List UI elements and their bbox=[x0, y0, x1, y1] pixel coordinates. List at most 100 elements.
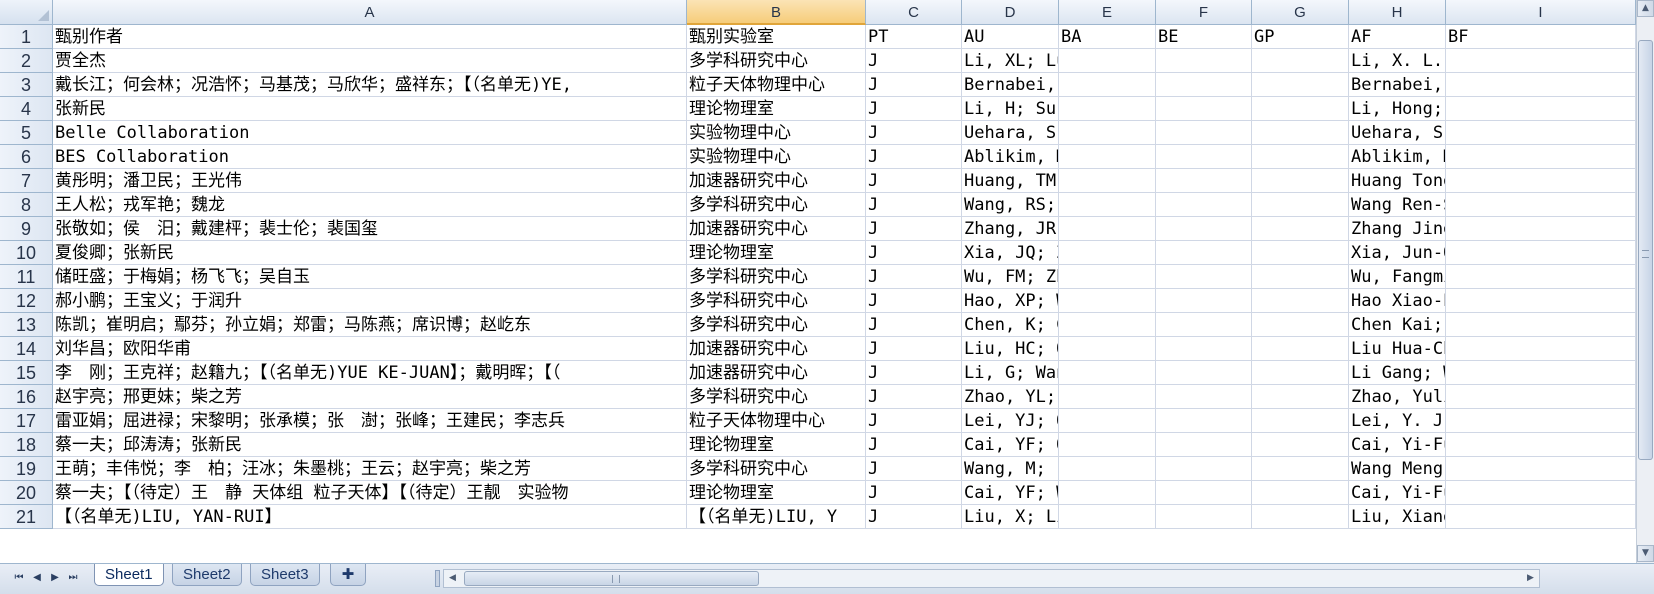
cell-i16[interactable] bbox=[1446, 385, 1636, 409]
cell-h17[interactable]: Lei, Y. J.; Qu, J. bbox=[1349, 409, 1446, 433]
cell-e16[interactable] bbox=[1059, 385, 1156, 409]
cell-c19[interactable]: J bbox=[866, 457, 962, 481]
cell-i15[interactable] bbox=[1446, 361, 1636, 385]
cell-h13[interactable]: Chen Kai; Cui Ming bbox=[1349, 313, 1446, 337]
next-sheet-icon[interactable]: ▶ bbox=[48, 570, 62, 586]
cell-d17[interactable]: Lei, YJ; Qu, JL; Song, LM; Zhang, CM bbox=[962, 409, 1059, 433]
cell-a7[interactable]: 黄彤明；潘卫民；王光伟 bbox=[53, 169, 687, 193]
cell-d9[interactable]: Zhang, JR; Hou, M; Dai, JP; Pei, SL; bbox=[962, 217, 1059, 241]
cell-c11[interactable]: J bbox=[866, 265, 962, 289]
cell-c13[interactable]: J bbox=[866, 313, 962, 337]
cell-h20[interactable]: Cai, Yi-Fu; Wang, bbox=[1349, 481, 1446, 505]
row-header[interactable]: 14 bbox=[0, 337, 53, 361]
cell-a6[interactable]: BES Collaboration bbox=[53, 145, 687, 169]
cell-g18[interactable] bbox=[1252, 433, 1349, 457]
cell-b13[interactable]: 多学科研究中心 bbox=[687, 313, 866, 337]
cell-c14[interactable]: J bbox=[866, 337, 962, 361]
cell-g10[interactable] bbox=[1252, 241, 1349, 265]
cell-b11[interactable]: 多学科研究中心 bbox=[687, 265, 866, 289]
cell-d11[interactable]: Wu, FM; Zhang, JH; Sun, JP; Huang, F bbox=[962, 265, 1059, 289]
cell-e7[interactable] bbox=[1059, 169, 1156, 193]
cell-b7[interactable]: 加速器研究中心 bbox=[687, 169, 866, 193]
cell-a15[interactable]: 李 刚；王克祥；赵籍九；【（名单无)YUE KE-JUAN】；戴明晖；【（ bbox=[53, 361, 687, 385]
cell-f7[interactable] bbox=[1156, 169, 1252, 193]
row-header[interactable]: 3 bbox=[0, 73, 53, 97]
cell-g12[interactable] bbox=[1252, 289, 1349, 313]
cell-h11[interactable]: Wu, Fangming; Zhan bbox=[1349, 265, 1446, 289]
cell-f1[interactable]: BE bbox=[1156, 25, 1252, 49]
cell-a2[interactable]: 贾全杰 bbox=[53, 49, 687, 73]
cell-c15[interactable]: J bbox=[866, 361, 962, 385]
cell-i21[interactable] bbox=[1446, 505, 1636, 529]
cell-d18[interactable]: Cai, YF; Qiu, TT; Brandenberger, R; bbox=[962, 433, 1059, 457]
cell-a16[interactable]: 赵宇亮；邢更妹；柴之芳 bbox=[53, 385, 687, 409]
tab-splitter[interactable] bbox=[435, 570, 440, 587]
row-header[interactable]: 19 bbox=[0, 457, 53, 481]
cell-a5[interactable]: Belle Collaboration bbox=[53, 121, 687, 145]
cell-b20[interactable]: 理论物理室 bbox=[687, 481, 866, 505]
cell-e15[interactable] bbox=[1059, 361, 1156, 385]
cell-d16[interactable]: Zhao, YL; Xing, GM; Chai, ZF bbox=[962, 385, 1059, 409]
cell-b3[interactable]: 粒子天体物理中心 bbox=[687, 73, 866, 97]
cell-d8[interactable]: Wang, RS; Rong, JY; Wei, L bbox=[962, 193, 1059, 217]
cell-b10[interactable]: 理论物理室 bbox=[687, 241, 866, 265]
cell-e5[interactable] bbox=[1059, 121, 1156, 145]
cell-i5[interactable] bbox=[1446, 121, 1636, 145]
cell-b2[interactable]: 多学科研究中心 bbox=[687, 49, 866, 73]
cell-d19[interactable]: Wang, M; Feng, WY; Lu, WW; Li, B; Wa bbox=[962, 457, 1059, 481]
cell-f14[interactable] bbox=[1156, 337, 1252, 361]
cell-e17[interactable] bbox=[1059, 409, 1156, 433]
cell-e18[interactable] bbox=[1059, 433, 1156, 457]
cell-c6[interactable]: J bbox=[866, 145, 962, 169]
cell-g21[interactable] bbox=[1252, 505, 1349, 529]
cell-i9[interactable] bbox=[1446, 217, 1636, 241]
row-header[interactable]: 4 bbox=[0, 97, 53, 121]
select-all-corner[interactable] bbox=[0, 0, 53, 25]
cell-i20[interactable] bbox=[1446, 481, 1636, 505]
cell-g14[interactable] bbox=[1252, 337, 1349, 361]
cell-a17[interactable]: 雷亚娟；屈进禄；宋黎明；张承模；张 澍；张峰；王建民；李志兵 bbox=[53, 409, 687, 433]
row-header[interactable]: 2 bbox=[0, 49, 53, 73]
cell-c9[interactable]: J bbox=[866, 217, 962, 241]
cell-i19[interactable] bbox=[1446, 457, 1636, 481]
cell-i10[interactable] bbox=[1446, 241, 1636, 265]
cell-g17[interactable] bbox=[1252, 409, 1349, 433]
cell-b14[interactable]: 加速器研究中心 bbox=[687, 337, 866, 361]
cell-i1[interactable]: BF bbox=[1446, 25, 1636, 49]
cell-h1[interactable]: AF bbox=[1349, 25, 1446, 49]
cell-i11[interactable] bbox=[1446, 265, 1636, 289]
cell-d15[interactable]: Li, G; Wang, KX; Zhao, JJ; Yue, KJ; bbox=[962, 361, 1059, 385]
cell-d13[interactable]: Chen, K; Cui, MQ; Yan, F; Zhao, J; S bbox=[962, 313, 1059, 337]
cell-i2[interactable] bbox=[1446, 49, 1636, 73]
tab-sheet3[interactable]: Sheet3 bbox=[250, 564, 320, 586]
cell-g6[interactable] bbox=[1252, 145, 1349, 169]
cell-h3[interactable]: Bernabei, R.; Bell bbox=[1349, 73, 1446, 97]
cell-d7[interactable]: Huang, TM; Pan, WM; Wang, GW; Furuya bbox=[962, 169, 1059, 193]
cell-i12[interactable] bbox=[1446, 289, 1636, 313]
spreadsheet-grid[interactable]: A B C D E F G H I 1 甄别作者 甄别实验室 PT AU BA BE GP AF BF 2 贾全杰 多学科… bbox=[0, 0, 1636, 563]
cell-i13[interactable] bbox=[1446, 313, 1636, 337]
cell-a13[interactable]: 陈凯；崔明启；鄢芬；孙立娟；郑雷；马陈燕；席识博；赵屹东 bbox=[53, 313, 687, 337]
cell-c8[interactable]: J bbox=[866, 193, 962, 217]
cell-d2[interactable]: Li, XL; Lu, HB; Li, M; Mai, ZH; Kim, bbox=[962, 49, 1059, 73]
cell-g2[interactable] bbox=[1252, 49, 1349, 73]
cell-a1[interactable]: 甄别作者 bbox=[53, 25, 687, 49]
cell-i7[interactable] bbox=[1446, 169, 1636, 193]
cell-g19[interactable] bbox=[1252, 457, 1349, 481]
cell-a21[interactable]: 【（名单无)LIU, YAN-RUI】 bbox=[53, 505, 687, 529]
cell-h6[interactable]: Ablikim, M.; Bai, bbox=[1349, 145, 1446, 169]
cell-h10[interactable]: Xia, Jun-Qing; Zha bbox=[1349, 241, 1446, 265]
cell-a4[interactable]: 张新民 bbox=[53, 97, 687, 121]
cell-i4[interactable] bbox=[1446, 97, 1636, 121]
cell-b18[interactable]: 理论物理室 bbox=[687, 433, 866, 457]
cell-e1[interactable]: BA bbox=[1059, 25, 1156, 49]
cell-a9[interactable]: 张敬如；侯 汨；戴建枰；裴士伦；裴国玺 bbox=[53, 217, 687, 241]
cell-d21[interactable]: Liu, X; Liu, YR; Deng, WZ; Zhu, SL bbox=[962, 505, 1059, 529]
cell-g1[interactable]: GP bbox=[1252, 25, 1349, 49]
cell-e13[interactable] bbox=[1059, 313, 1156, 337]
cell-f8[interactable] bbox=[1156, 193, 1252, 217]
cell-c18[interactable]: J bbox=[866, 433, 962, 457]
last-sheet-icon[interactable]: ⏭ bbox=[66, 570, 80, 586]
column-header-c[interactable]: C bbox=[866, 0, 962, 25]
column-header-e[interactable]: E bbox=[1059, 0, 1156, 25]
